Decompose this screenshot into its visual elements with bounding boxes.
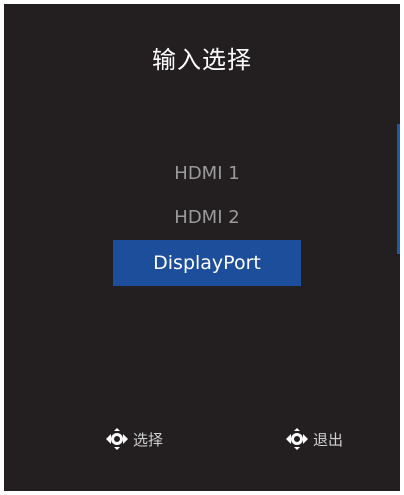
joystick-exit-icon: [286, 428, 308, 450]
joystick-select-icon: [106, 428, 128, 450]
select-hint-label: 选择: [133, 430, 164, 449]
menu-title: 输入选择: [152, 46, 252, 74]
osd-panel: 输入选择 HDMI 1 HDMI 2 DisplayPort 选择 退出: [4, 4, 400, 491]
menu-item-displayport[interactable]: DisplayPort: [113, 240, 301, 286]
menu-item-hdmi-2[interactable]: HDMI 2: [113, 196, 301, 240]
exit-hint[interactable]: 退出: [284, 426, 343, 452]
input-source-menu: HDMI 1 HDMI 2 DisplayPort: [113, 152, 301, 286]
select-hint[interactable]: 选择: [104, 426, 163, 452]
exit-hint-label: 退出: [313, 430, 344, 449]
menu-item-hdmi-1[interactable]: HDMI 1: [113, 152, 301, 196]
scroll-indicator: [397, 124, 400, 254]
